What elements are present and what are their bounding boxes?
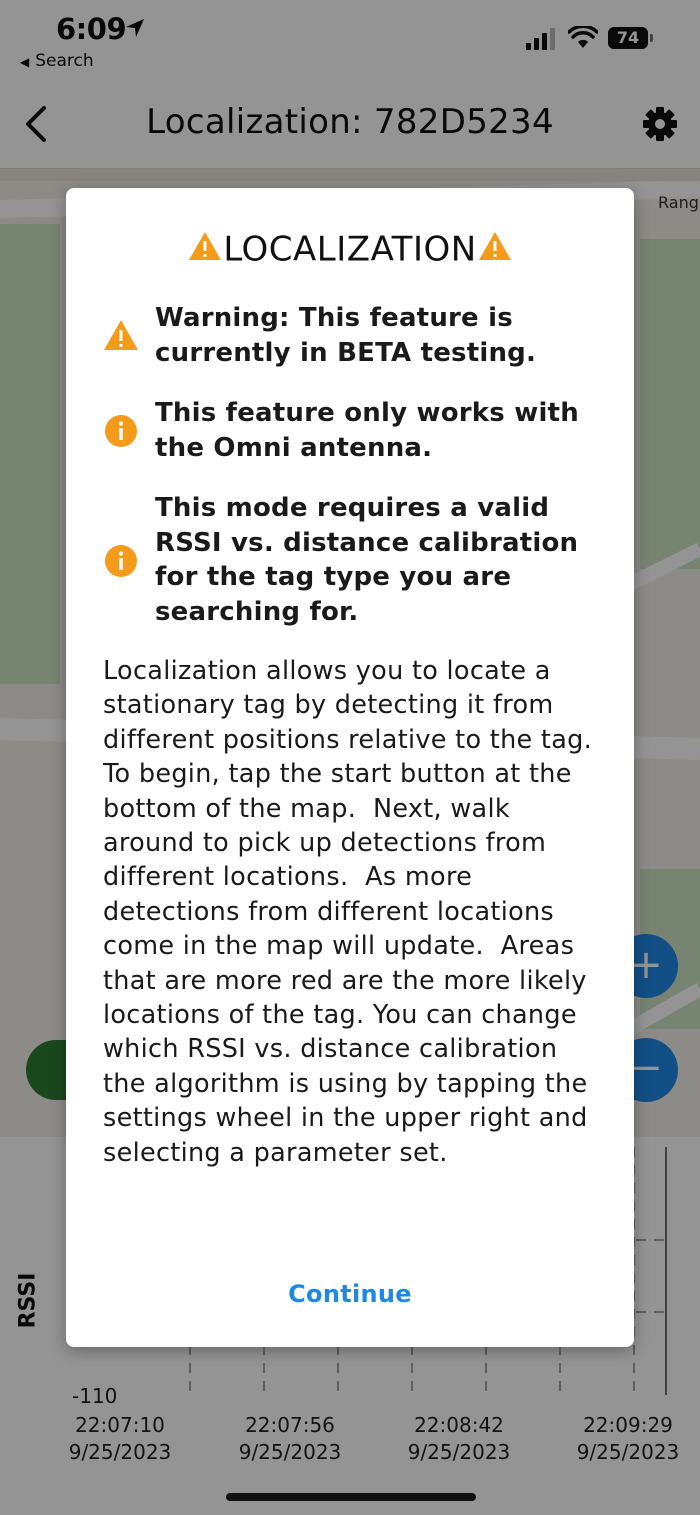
- dialog-title-text: LOCALIZATION: [223, 229, 477, 270]
- note-text: This feature only works with the Omni an…: [155, 398, 579, 463]
- info-icon: [105, 415, 137, 447]
- continue-button[interactable]: Continue: [66, 1280, 634, 1308]
- warning-icon: [189, 232, 222, 260]
- warning-icon: [104, 320, 138, 350]
- localization-dialog: LOCALIZATION Warning: This feature is cu…: [66, 188, 634, 1347]
- dialog-body: Localization allows you to locate a stat…: [103, 656, 609, 1168]
- info-icon: [105, 545, 137, 577]
- warning-icon: [478, 232, 511, 260]
- home-indicator[interactable]: [226, 1493, 476, 1501]
- note-text: This mode requires a valid RSSI vs. dist…: [155, 493, 579, 627]
- note-text: Warning: This feature is currently in BE…: [155, 303, 537, 368]
- screen: 6:09 ◀ Search 74 Localization: 782D5234 …: [0, 0, 700, 1515]
- dialog-title: LOCALIZATION: [66, 228, 634, 270]
